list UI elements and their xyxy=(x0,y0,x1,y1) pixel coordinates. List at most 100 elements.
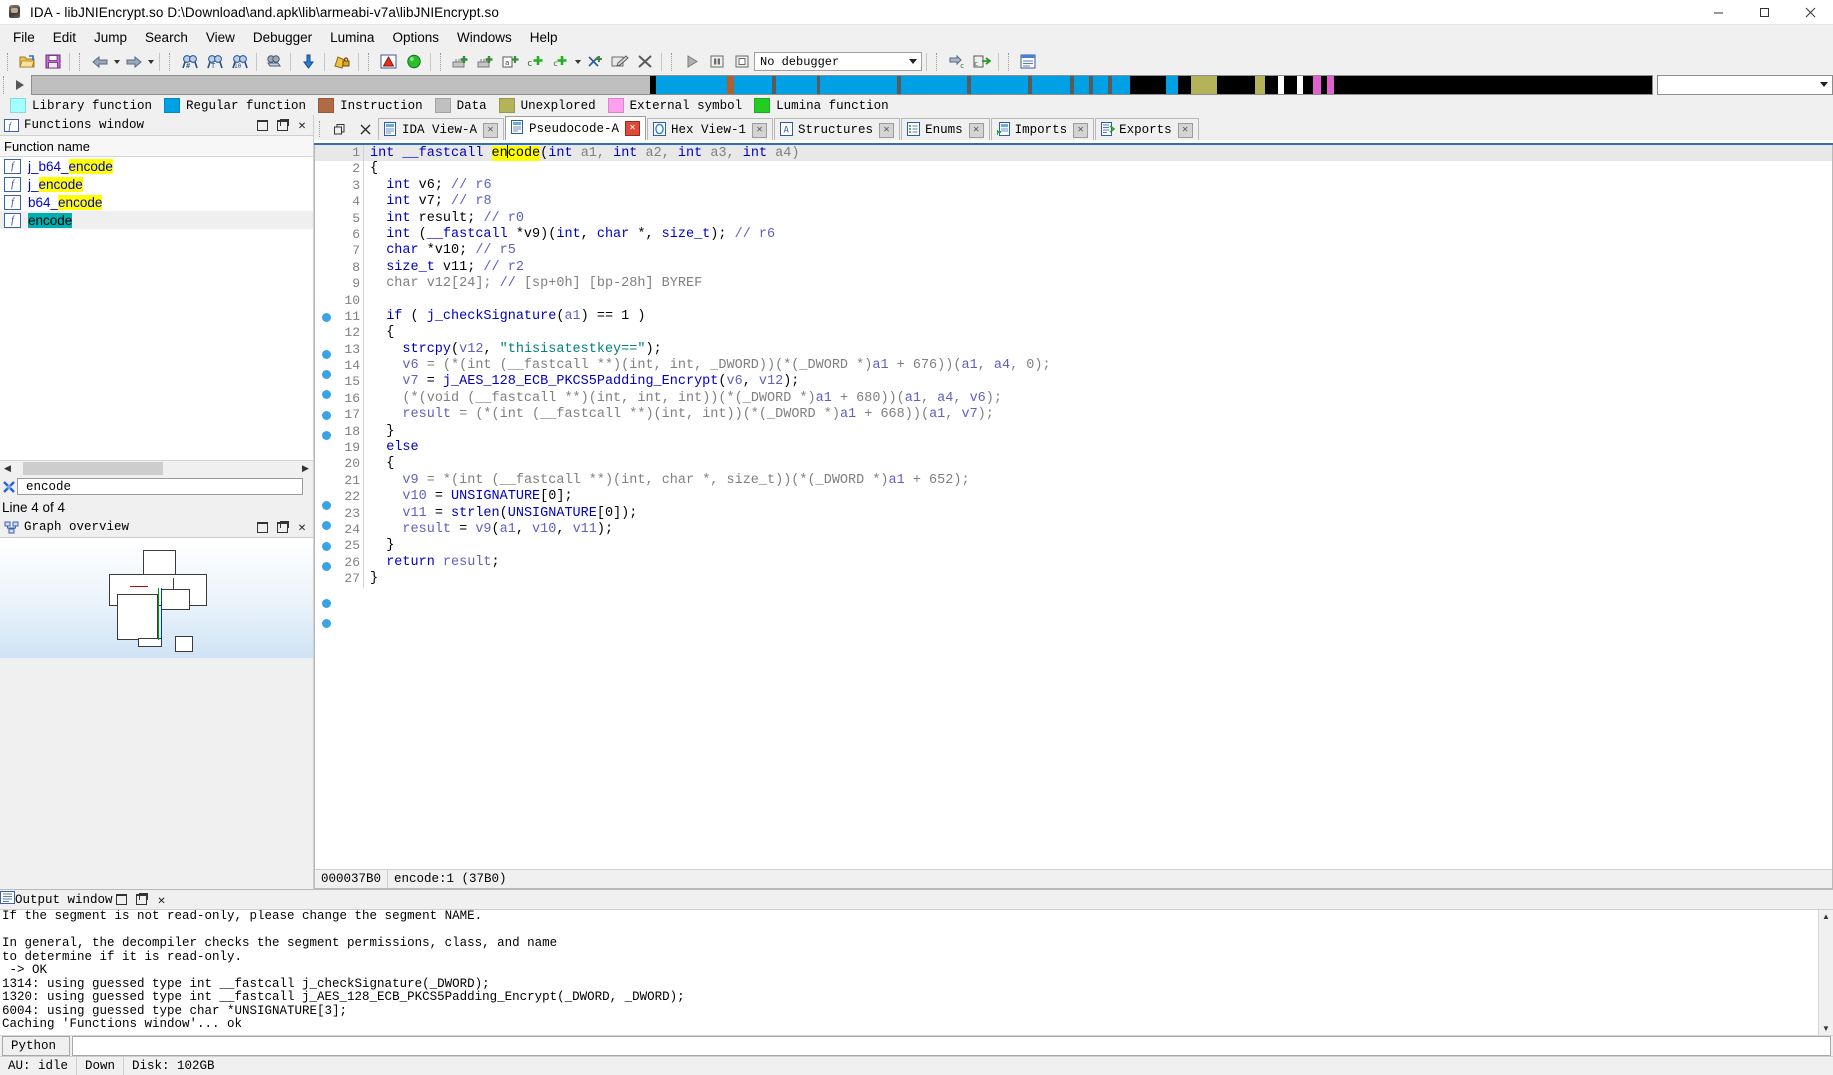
tabstrip-grip[interactable] xyxy=(316,118,326,140)
play-arrow-icon[interactable] xyxy=(9,74,31,96)
function-list-item[interactable]: f encode xyxy=(0,211,313,229)
step-into-c-icon[interactable]: c xyxy=(969,51,994,73)
run-icon[interactable] xyxy=(679,51,704,73)
functions-hscroll-track[interactable] xyxy=(15,461,298,476)
function-list-item[interactable]: f b64_encode xyxy=(0,193,313,211)
menu-jump[interactable]: Jump xyxy=(85,27,136,48)
functions-hscrollbar[interactable]: ◀ ▶ xyxy=(0,460,313,476)
code-line[interactable]: v6 = (*(int (__fastcall **)(int, int, _D… xyxy=(363,358,1832,375)
gutter-cell[interactable] xyxy=(315,329,337,345)
pseudocode-text[interactable]: int __fastcall encode(int a1, int a2, in… xyxy=(363,145,1832,869)
toolbar-grip-7[interactable] xyxy=(934,52,941,72)
navband-grip[interactable] xyxy=(0,74,9,96)
lock-edit-icon[interactable] xyxy=(329,51,354,73)
scroll-left-icon[interactable]: ◀ xyxy=(0,461,15,476)
code-line[interactable]: char v12[24]; // [sp+0h] [bp-28h] BYREF xyxy=(363,276,1832,293)
tab-close-icon[interactable]: ✕ xyxy=(1177,123,1193,138)
gutter-cell[interactable] xyxy=(315,448,337,464)
breakpoint-marker[interactable] xyxy=(315,598,337,615)
menu-help[interactable]: Help xyxy=(521,27,567,48)
code-line[interactable]: { xyxy=(363,456,1832,473)
list-icon[interactable] xyxy=(1016,51,1041,73)
code-line[interactable]: if ( j_checkSignature(a1) == 1 ) xyxy=(363,308,1832,326)
code-line[interactable]: v10 = UNSIGNATURE[0]; xyxy=(363,489,1832,506)
functions-float-button[interactable] xyxy=(273,117,291,133)
minimize-button[interactable] xyxy=(1695,0,1741,24)
tab-imports[interactable]: Imports ✕ xyxy=(990,118,1095,140)
gutter-cell[interactable] xyxy=(315,243,337,259)
gutter-cell[interactable] xyxy=(315,578,337,594)
code-line[interactable]: } xyxy=(363,538,1832,555)
close-window-button[interactable] xyxy=(1787,0,1833,24)
breakpoint-marker[interactable] xyxy=(315,619,337,635)
search-binary-icon[interactable]: 10 xyxy=(227,51,252,73)
back-dropdown-icon[interactable] xyxy=(112,52,121,72)
scroll-down-icon[interactable]: ▼ xyxy=(1819,1022,1833,1035)
output-log[interactable]: If the segment is not read-only, please … xyxy=(0,910,1833,1035)
tab-pseudocode-a[interactable]: Pseudocode-A ✕ xyxy=(505,116,647,140)
green-ball-icon[interactable] xyxy=(401,51,426,73)
code-line[interactable]: } xyxy=(363,423,1832,441)
code-line[interactable]: result = (*(int (__fastcall **)(int, int… xyxy=(363,407,1832,424)
functions-column-header[interactable]: Function name xyxy=(0,136,313,157)
back-arrow-icon[interactable] xyxy=(87,51,112,73)
maximize-button[interactable] xyxy=(1741,0,1787,24)
add-c-icon[interactable]: c xyxy=(523,51,548,73)
debugger-select[interactable]: No debugger xyxy=(754,52,922,71)
add-breakpoint-icon[interactable] xyxy=(448,51,473,73)
clear-x-icon[interactable] xyxy=(1,479,17,495)
search-text-icon[interactable]: T xyxy=(202,51,227,73)
gutter-cell[interactable] xyxy=(315,260,337,276)
add-breakpoint-2-icon[interactable] xyxy=(473,51,498,73)
menu-edit[interactable]: Edit xyxy=(44,27,85,48)
tab-hex-view-1[interactable]: Hex View-1 ✕ xyxy=(647,118,774,140)
breakpoint-marker[interactable] xyxy=(315,561,337,578)
code-line[interactable]: { xyxy=(363,161,1832,178)
breakpoint-marker[interactable] xyxy=(315,431,337,447)
functions-restore-button[interactable] xyxy=(253,117,271,133)
code-line[interactable]: v9 = *(int (__fastcall **)(int, char *, … xyxy=(363,472,1832,490)
menu-file[interactable]: File xyxy=(4,27,44,48)
toolbar-grip-6[interactable] xyxy=(669,52,676,72)
graph-float-button[interactable] xyxy=(273,519,291,535)
tab-enums[interactable]: Enums ✕ xyxy=(901,118,990,140)
code-line[interactable]: int __fastcall encode(int a1, int a2, in… xyxy=(363,145,1832,162)
save-file-icon[interactable] xyxy=(40,51,65,73)
gutter-cell[interactable] xyxy=(315,276,337,292)
functions-hscroll-thumb[interactable] xyxy=(23,462,163,475)
gutter-cell[interactable] xyxy=(315,211,337,227)
graph-overview-canvas[interactable] xyxy=(0,538,313,658)
breakpoint-marker[interactable] xyxy=(315,410,337,427)
function-list-item[interactable]: f j_encode xyxy=(0,175,313,193)
gutter-cell[interactable] xyxy=(315,145,337,162)
tabstrip-restore-button[interactable] xyxy=(326,118,352,140)
tab-close-icon[interactable]: ✕ xyxy=(879,123,895,138)
code-line[interactable]: int (__fastcall *v9)(int, char *, size_t… xyxy=(363,226,1832,244)
code-line[interactable]: result = v9(a1, v10, v11); xyxy=(363,521,1832,539)
gutter-cell[interactable] xyxy=(315,480,337,496)
output-close-button[interactable]: ✕ xyxy=(153,892,171,908)
toolbar-grip[interactable] xyxy=(5,52,12,72)
code-line[interactable]: else xyxy=(363,440,1832,457)
toolbar-grip-5[interactable] xyxy=(438,52,445,72)
gutter-cell[interactable] xyxy=(315,194,337,210)
forward-dropdown-icon[interactable] xyxy=(146,52,155,72)
pause-icon[interactable] xyxy=(704,51,729,73)
code-line[interactable]: char *v10; // r5 xyxy=(363,243,1832,260)
breakpoint-marker[interactable] xyxy=(315,312,337,329)
add-plus-icon[interactable]: c xyxy=(548,51,573,73)
breakpoint-gutter[interactable] xyxy=(315,145,337,869)
code-line[interactable]: v7 = j_AES_128_ECB_PKCS5Padding_Encrypt(… xyxy=(363,374,1832,391)
remove-breakpoint-icon[interactable] xyxy=(582,51,607,73)
output-float-button[interactable] xyxy=(133,892,151,908)
jump-down-icon[interactable] xyxy=(295,51,320,73)
menu-view[interactable]: View xyxy=(197,27,244,48)
pseudocode-scroll[interactable]: 1 2 3 4 5 6 7 8 9 10 11 12 13 14 15 16 17 18 19 20 21 22 23 24 2… xyxy=(315,145,1832,869)
code-line[interactable]: int result; // r0 xyxy=(363,210,1832,227)
step-c-icon[interactable]: c xyxy=(944,51,969,73)
gutter-cell[interactable] xyxy=(315,464,337,480)
code-line[interactable]: int v6; // r6 xyxy=(363,177,1832,195)
toolbar-grip-3[interactable] xyxy=(167,52,174,72)
functions-search-input[interactable]: encode xyxy=(17,478,303,495)
add-plus-dropdown-icon[interactable] xyxy=(573,52,582,72)
